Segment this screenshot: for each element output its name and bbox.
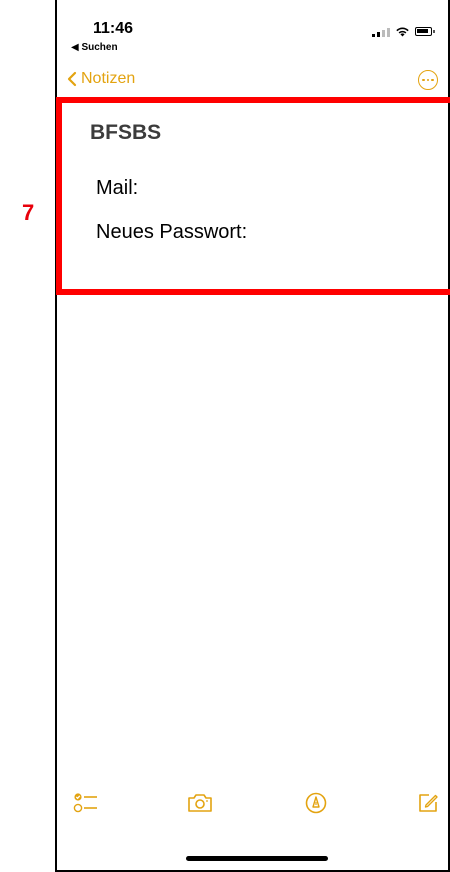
note-title[interactable]: BFSBS <box>90 121 161 145</box>
chevron-left-icon <box>67 71 77 87</box>
status-icons <box>372 26 435 37</box>
highlight-frame: BFSBS Mail: Neues Passwort: <box>56 97 450 295</box>
back-button-label: Notizen <box>81 70 136 87</box>
camera-button[interactable] <box>185 788 215 818</box>
more-options-button[interactable] <box>418 70 438 90</box>
return-to-app-link[interactable]: ◀ Suchen <box>71 42 118 53</box>
back-button[interactable]: Notizen <box>67 70 135 88</box>
note-line-mail[interactable]: Mail: <box>96 177 138 200</box>
note-line-password[interactable]: Neues Passwort: <box>96 221 247 244</box>
battery-icon <box>415 27 435 36</box>
cellular-signal-icon <box>372 27 390 37</box>
compose-icon <box>419 794 438 812</box>
ellipsis-dot <box>422 78 425 82</box>
compose-button[interactable] <box>413 788 443 818</box>
navigation-bar: Notizen <box>57 66 448 96</box>
camera-icon <box>188 794 212 812</box>
markup-icon <box>305 792 327 814</box>
checklist-icon <box>73 793 97 813</box>
wifi-icon <box>396 27 409 37</box>
step-number-label: 7 <box>22 200 35 225</box>
ellipsis-dot <box>431 78 434 82</box>
ellipsis-dot <box>426 78 430 82</box>
markup-button[interactable] <box>301 788 331 818</box>
home-indicator[interactable] <box>186 856 328 861</box>
status-bar: 11:46 ◀ Suchen <box>57 0 448 60</box>
status-time: 11:46 <box>93 20 134 37</box>
checklist-button[interactable] <box>71 788 101 818</box>
bottom-toolbar <box>57 788 448 828</box>
